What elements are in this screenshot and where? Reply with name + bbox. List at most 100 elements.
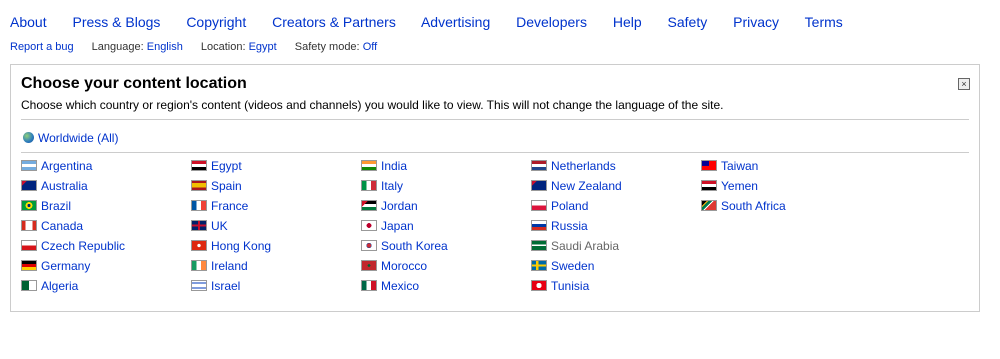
southafrica-flag-icon xyxy=(701,200,717,211)
country-item[interactable]: South Korea xyxy=(361,239,531,259)
country-item[interactable]: France xyxy=(191,199,361,219)
country-item[interactable]: Canada xyxy=(21,219,191,239)
hongkong-flag-icon xyxy=(191,240,207,251)
country-link[interactable]: India xyxy=(381,159,407,173)
country-link[interactable]: Algeria xyxy=(41,279,78,293)
country-link[interactable]: Spain xyxy=(211,179,242,193)
france-flag-icon xyxy=(191,200,207,211)
worldwide-option: Worldwide (All) xyxy=(23,131,118,145)
language-value-link[interactable]: English xyxy=(147,41,183,53)
footer-link-developers[interactable]: Developers xyxy=(516,14,587,30)
country-link[interactable]: Mexico xyxy=(381,279,419,293)
jordan-flag-icon xyxy=(361,200,377,211)
country-link[interactable]: France xyxy=(211,199,248,213)
country-item[interactable]: Czech Republic xyxy=(21,239,191,259)
country-item[interactable]: Mexico xyxy=(361,279,531,299)
country-item[interactable]: Sweden xyxy=(531,259,701,279)
country-link[interactable]: South Africa xyxy=(721,199,786,213)
italy-flag-icon xyxy=(361,180,377,191)
footer-link-copyright[interactable]: Copyright xyxy=(186,14,246,30)
country-link[interactable]: Hong Kong xyxy=(211,239,271,253)
country-item[interactable]: Russia xyxy=(531,219,701,239)
content-location-panel: Choose your content location Choose whic… xyxy=(10,64,980,312)
germany-flag-icon xyxy=(21,260,37,271)
country-column: Netherlands New Zealand Poland Russia Saudi … xyxy=(531,159,701,299)
country-link[interactable]: Yemen xyxy=(721,179,758,193)
report-bug-link[interactable]: Report a bug xyxy=(10,41,74,53)
taiwan-flag-icon xyxy=(701,160,717,171)
safety-value-link[interactable]: Off xyxy=(363,41,377,53)
australia-flag-icon xyxy=(21,180,37,191)
footer-link-terms[interactable]: Terms xyxy=(805,14,843,30)
country-item[interactable]: Israel xyxy=(191,279,361,299)
country-link[interactable]: Israel xyxy=(211,279,240,293)
country-link[interactable]: Taiwan xyxy=(721,159,758,173)
country-link[interactable]: Morocco xyxy=(381,259,427,273)
newzealand-flag-icon xyxy=(531,180,547,191)
country-link[interactable]: South Korea xyxy=(381,239,448,253)
country-link[interactable]: Canada xyxy=(41,219,83,233)
country-link[interactable]: Japan xyxy=(381,219,414,233)
country-item[interactable]: Morocco xyxy=(361,259,531,279)
country-item[interactable]: New Zealand xyxy=(531,179,701,199)
worldwide-link[interactable]: Worldwide (All) xyxy=(38,131,118,145)
spain-flag-icon xyxy=(191,180,207,191)
country-item[interactable]: Argentina xyxy=(21,159,191,179)
country-item[interactable]: Jordan xyxy=(361,199,531,219)
country-item[interactable]: Tunisia xyxy=(531,279,701,299)
country-item[interactable]: Ireland xyxy=(191,259,361,279)
country-item[interactable]: Japan xyxy=(361,219,531,239)
country-link[interactable]: Australia xyxy=(41,179,88,193)
argentina-flag-icon xyxy=(21,160,37,171)
country-item[interactable]: Poland xyxy=(531,199,701,219)
country-link[interactable]: Czech Republic xyxy=(41,239,125,253)
country-link[interactable]: Sweden xyxy=(551,259,594,273)
country-link[interactable]: Argentina xyxy=(41,159,92,173)
country-item[interactable]: Yemen xyxy=(701,179,871,199)
country-item[interactable]: Hong Kong xyxy=(191,239,361,259)
egypt-flag-icon xyxy=(191,160,207,171)
country-link[interactable]: UK xyxy=(211,219,228,233)
location-value-link[interactable]: Egypt xyxy=(249,41,277,53)
footer-link-about[interactable]: About xyxy=(10,14,47,30)
country-link[interactable]: Ireland xyxy=(211,259,248,273)
country-link[interactable]: Brazil xyxy=(41,199,71,213)
country-column: Egypt Spain France UK Hong Kong Ireland Israel xyxy=(191,159,361,299)
country-link[interactable]: Russia xyxy=(551,219,588,233)
country-column: Taiwan Yemen South Africa xyxy=(701,159,871,219)
country-column: India Italy Jordan Japan South Korea Morocco M… xyxy=(361,159,531,299)
country-link[interactable]: Italy xyxy=(381,179,403,193)
footer-link-creators[interactable]: Creators & Partners xyxy=(272,14,396,30)
country-link[interactable]: Egypt xyxy=(211,159,242,173)
sweden-flag-icon xyxy=(531,260,547,271)
saudi-flag-icon xyxy=(531,240,547,251)
country-link[interactable]: Tunisia xyxy=(551,279,589,293)
poland-flag-icon xyxy=(531,200,547,211)
algeria-flag-icon xyxy=(21,280,37,291)
divider xyxy=(21,119,969,120)
country-item[interactable]: Egypt xyxy=(191,159,361,179)
footer-link-privacy[interactable]: Privacy xyxy=(733,14,779,30)
country-link[interactable]: New Zealand xyxy=(551,179,622,193)
country-link[interactable]: Poland xyxy=(551,199,588,213)
footer-link-help[interactable]: Help xyxy=(613,14,642,30)
country-link[interactable]: Jordan xyxy=(381,199,418,213)
country-item[interactable]: Italy xyxy=(361,179,531,199)
country-item[interactable]: South Africa xyxy=(701,199,871,219)
country-item[interactable]: Algeria xyxy=(21,279,191,299)
country-link[interactable]: Netherlands xyxy=(551,159,616,173)
country-item[interactable]: Netherlands xyxy=(531,159,701,179)
country-item[interactable]: India xyxy=(361,159,531,179)
close-icon[interactable]: × xyxy=(958,78,970,90)
country-item[interactable]: UK xyxy=(191,219,361,239)
country-item[interactable]: Spain xyxy=(191,179,361,199)
footer-link-safety[interactable]: Safety xyxy=(668,14,708,30)
country-link[interactable]: Germany xyxy=(41,259,90,273)
country-item[interactable]: Brazil xyxy=(21,199,191,219)
country-item[interactable]: Germany xyxy=(21,259,191,279)
country-item[interactable]: Australia xyxy=(21,179,191,199)
footer-link-press[interactable]: Press & Blogs xyxy=(72,14,160,30)
footer-link-advertising[interactable]: Advertising xyxy=(421,14,490,30)
panel-description: Choose which country or region's content… xyxy=(21,98,724,112)
country-item[interactable]: Taiwan xyxy=(701,159,871,179)
